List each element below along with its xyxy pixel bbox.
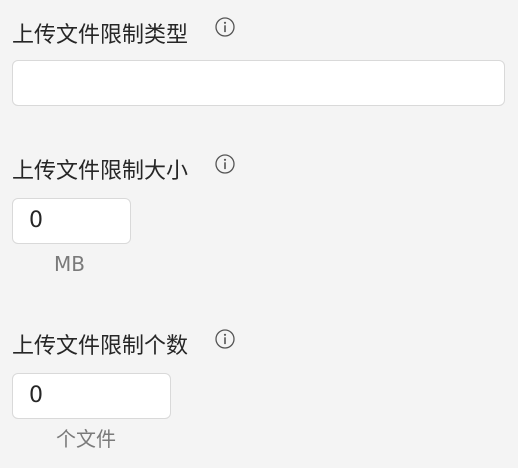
upload-size-input[interactable]: 0 bbox=[12, 198, 131, 244]
upload-count-label: 上传文件限制个数 bbox=[12, 334, 189, 359]
upload-size-label: 上传文件限制大小 bbox=[12, 159, 189, 184]
count-unit-label: 个文件 bbox=[56, 427, 116, 451]
upload-settings-panel: 上传文件限制类型 上传文件限制大小 0 MB 上传文件限制个数 0 个文件 bbox=[0, 0, 518, 468]
info-icon[interactable] bbox=[215, 17, 235, 37]
upload-type-label: 上传文件限制类型 bbox=[12, 23, 189, 48]
info-icon[interactable] bbox=[215, 154, 235, 174]
upload-count-input[interactable]: 0 bbox=[12, 373, 171, 419]
size-unit-label: MB bbox=[54, 252, 85, 276]
upload-type-input[interactable] bbox=[12, 60, 505, 106]
info-icon[interactable] bbox=[215, 329, 235, 349]
